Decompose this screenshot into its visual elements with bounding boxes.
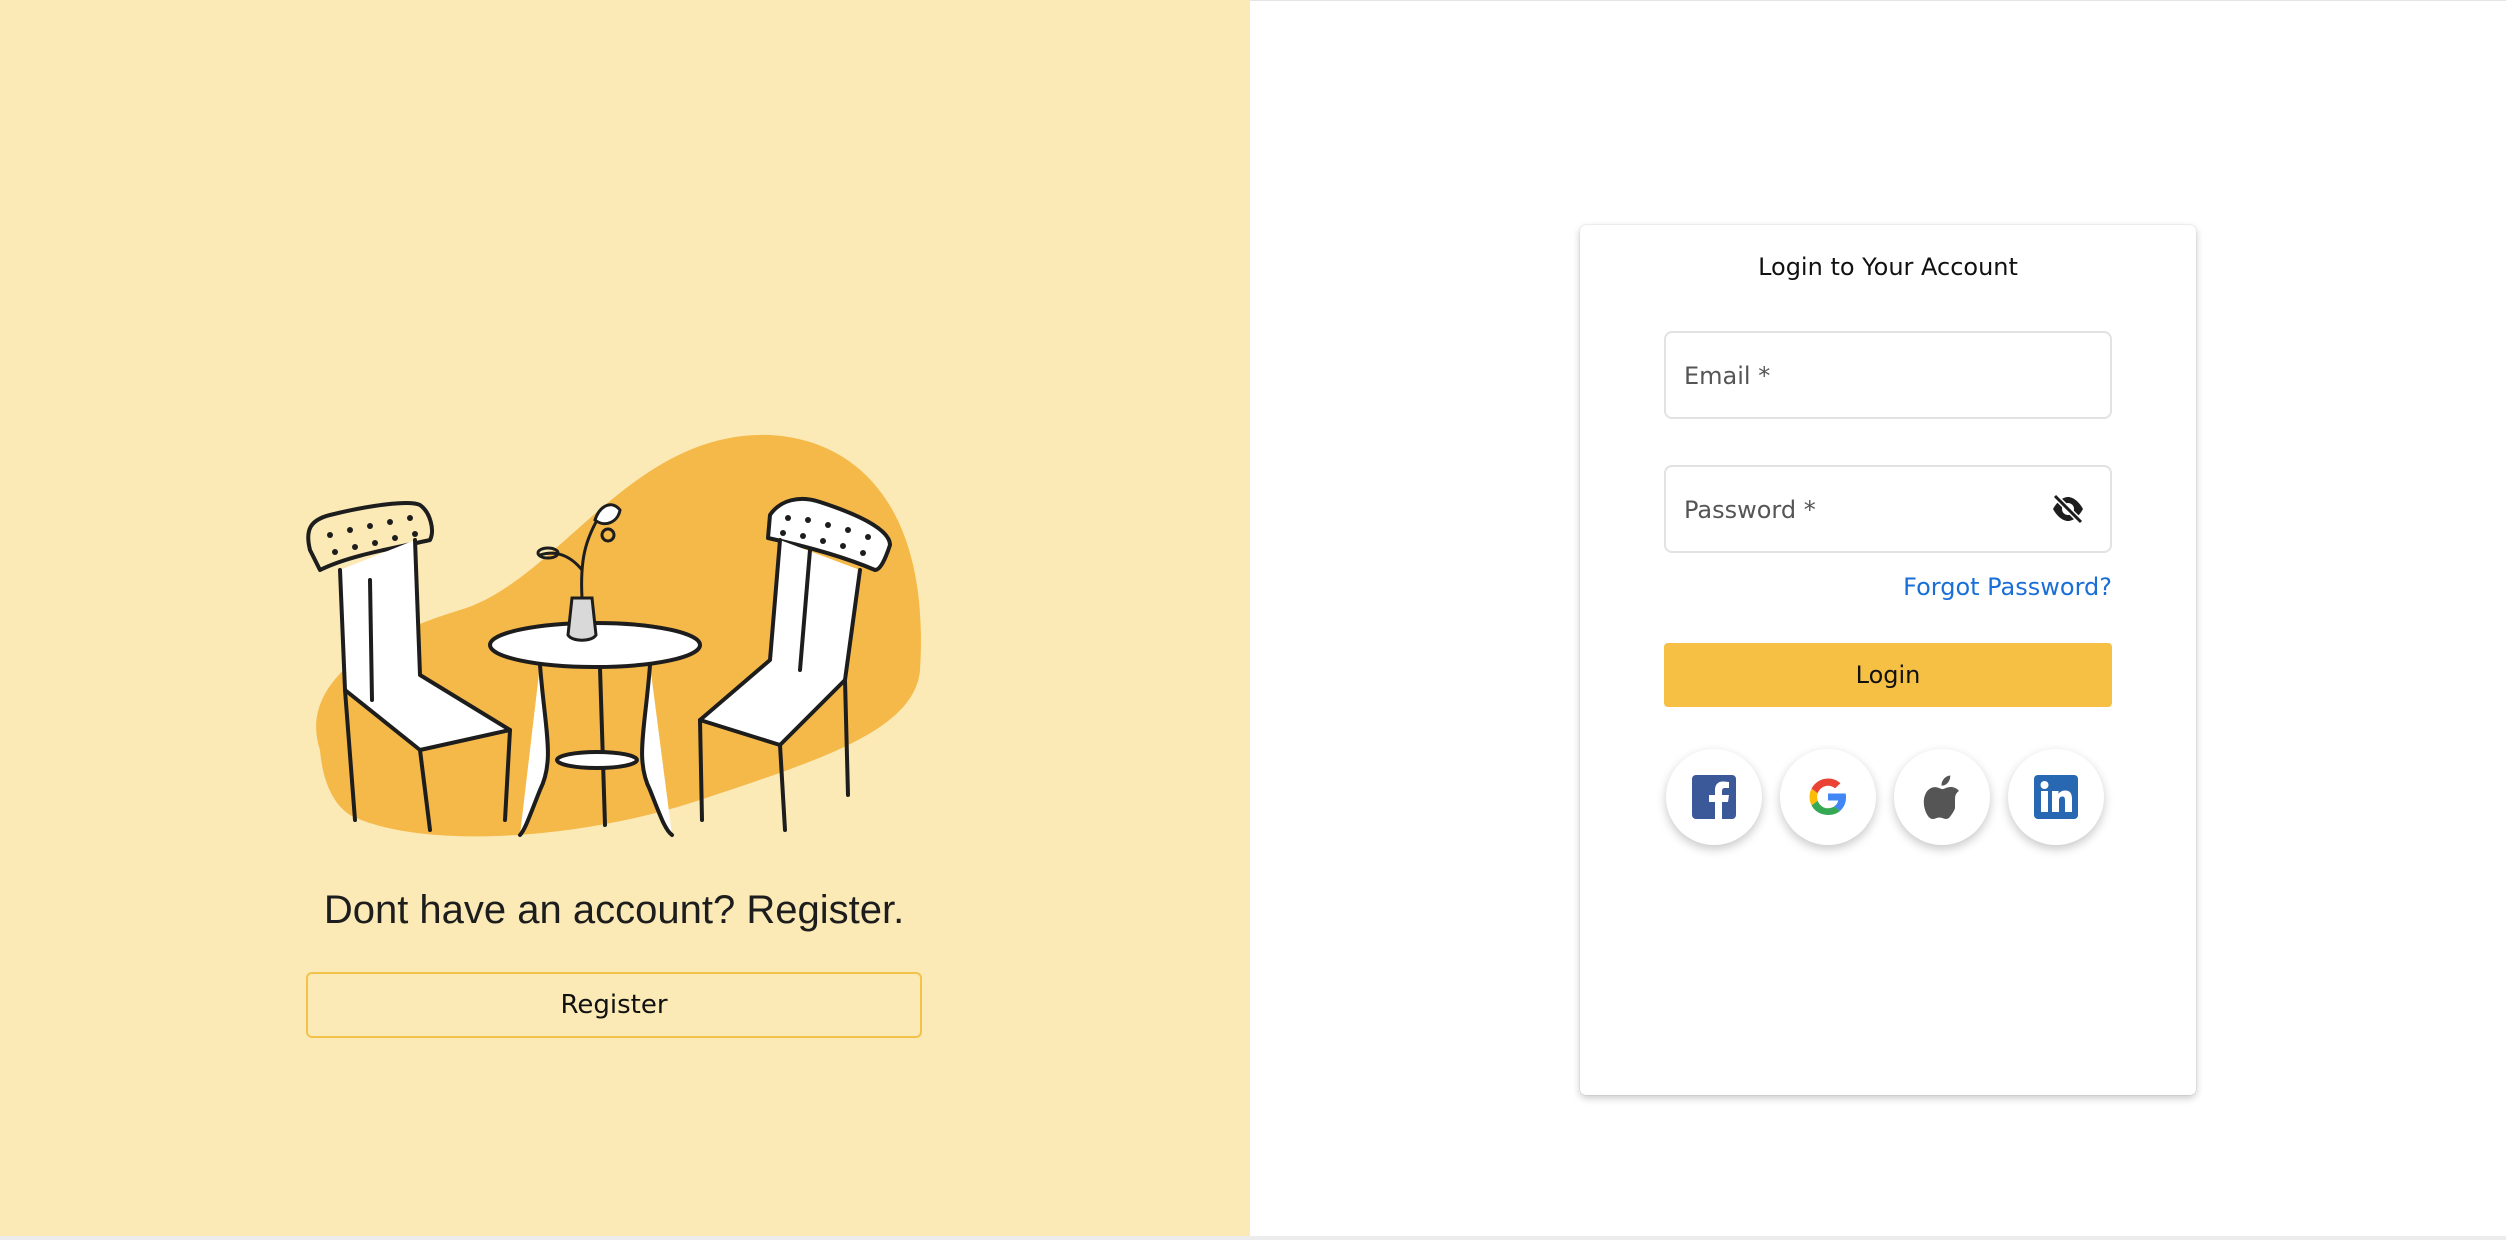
login-card: Login to Your Account Forgot Password? [1580,225,2196,1095]
login-panel: Login to Your Account Forgot Password? [1250,0,2506,1236]
facebook-login-button[interactable] [1666,749,1762,845]
password-input[interactable] [1682,467,2046,553]
cafe-table-illustration [306,434,921,837]
apple-login-button[interactable] [1894,749,1990,845]
google-login-button[interactable] [1780,749,1876,845]
linkedin-icon [2034,775,2078,819]
login-page: Dont have an account? Register. Register… [0,0,2506,1240]
password-field[interactable] [1664,465,2112,553]
register-prompt: Dont have an account? Register. [323,888,905,932]
email-field[interactable] [1664,331,2112,419]
google-icon [1809,778,1846,815]
forgot-password-link[interactable]: Forgot Password? [1903,573,2112,601]
social-login-row [1664,749,2112,849]
register-button[interactable]: Register [306,972,922,1038]
login-button[interactable]: Login [1664,643,2112,707]
email-input[interactable] [1682,333,2046,419]
apple-icon [1923,775,1959,819]
register-panel: Dont have an account? Register. Register [0,0,1250,1236]
eye-slash-icon[interactable] [2050,493,2086,525]
card-title: Login to Your Account [1758,253,2018,281]
facebook-icon [1692,775,1736,819]
linkedin-login-button[interactable] [2008,749,2104,845]
bottom-border [0,1236,2506,1240]
